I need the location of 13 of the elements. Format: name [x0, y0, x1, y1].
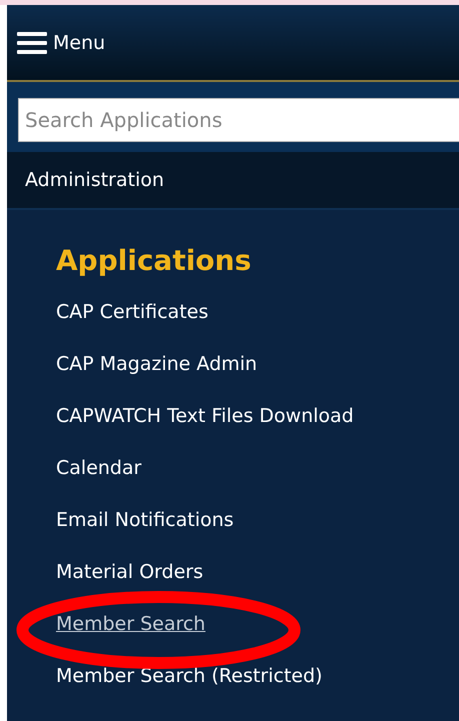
application-link[interactable]: Member Search [56, 613, 206, 635]
application-link[interactable]: Calendar [56, 457, 142, 479]
menu-label[interactable]: Menu [53, 32, 106, 54]
applications-heading: Applications [56, 242, 252, 278]
application-link[interactable]: CAP Magazine Admin [56, 353, 258, 375]
menu-icon[interactable] [17, 32, 47, 54]
application-link[interactable]: CAPWATCH Text Files Download [56, 405, 354, 427]
section-label[interactable]: Administration [25, 169, 164, 191]
search-field[interactable]: Search Applications [18, 98, 459, 142]
application-link[interactable]: CAP Certificates [56, 301, 208, 323]
application-link[interactable]: Material Orders [56, 561, 204, 583]
application-link[interactable]: Email Notifications [56, 509, 234, 531]
application-link[interactable]: Member Search (Restricted) [56, 665, 322, 687]
